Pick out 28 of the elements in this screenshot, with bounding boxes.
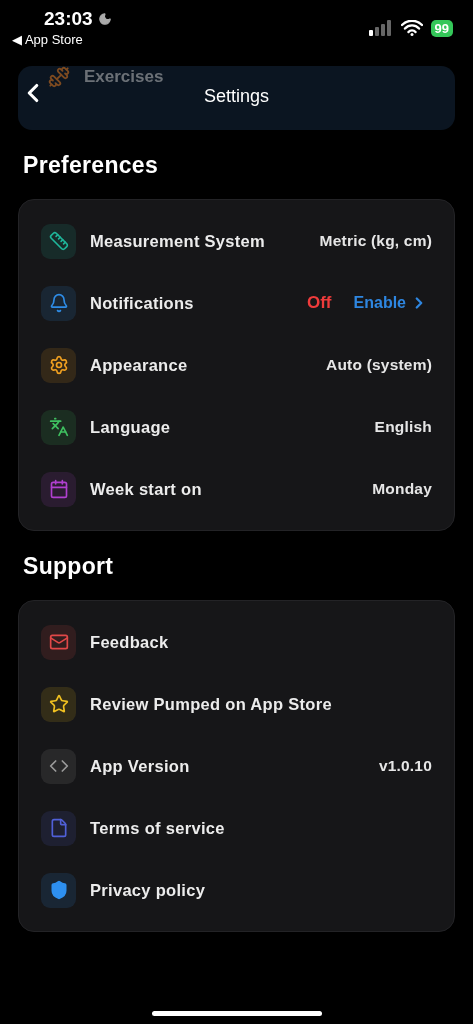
setting-label: Appearance	[90, 355, 189, 375]
setting-label: Terms of service	[90, 818, 226, 838]
section-heading: Support	[23, 553, 115, 580]
setting-label: Feedback	[90, 632, 170, 652]
setting-label: App Version	[90, 756, 191, 776]
setting-label: Notifications	[90, 293, 195, 313]
clock-time: 23:03	[44, 8, 93, 30]
setting-value: v1.0.10	[378, 757, 432, 775]
section-heading: Preferences	[23, 152, 159, 179]
setting-value: Auto (system)	[326, 356, 432, 374]
back-to-app-link[interactable]: ◀ App Store	[12, 32, 83, 47]
setting-label: Review Pumped on App Store	[90, 694, 333, 714]
moon-icon	[97, 12, 112, 26]
signal-icon	[368, 20, 393, 36]
setting-value: Metric (kg, cm)	[319, 232, 432, 250]
dumbbell-icon	[48, 66, 70, 88]
status-text: Off	[307, 293, 332, 313]
setting-value: English	[374, 418, 432, 436]
setting-value: Monday	[372, 480, 432, 498]
wifi-icon	[400, 20, 423, 36]
setting-label: Week start on	[90, 479, 203, 499]
battery-indicator: 99	[430, 19, 453, 37]
setting-label: Privacy policy	[90, 880, 207, 900]
enable-link[interactable]: Enable	[345, 294, 432, 312]
list-item-label: Exercises	[84, 67, 164, 87]
setting-label: Language	[90, 417, 172, 437]
setting-label: Measurement System	[90, 231, 267, 251]
screen-title: Settings	[203, 85, 269, 107]
